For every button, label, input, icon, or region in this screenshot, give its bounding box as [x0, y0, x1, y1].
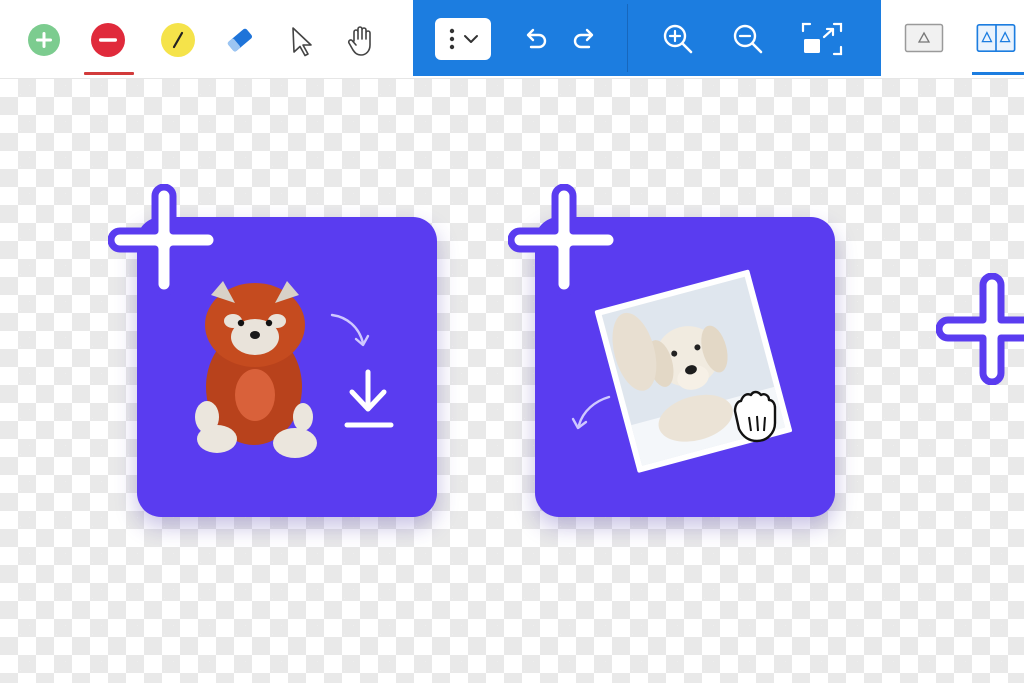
kebab-menu-icon — [449, 28, 455, 50]
zoom-in-icon — [663, 24, 693, 54]
redo-button[interactable] — [563, 18, 607, 60]
undo-icon — [526, 28, 547, 49]
remove-tool-button[interactable] — [88, 20, 128, 60]
zoom-in-button[interactable] — [656, 18, 700, 60]
plus-circle-icon — [28, 24, 60, 56]
chevron-down-icon — [464, 35, 478, 43]
band-divider — [627, 4, 628, 72]
download-icon — [344, 369, 394, 428]
fit-to-screen-icon — [801, 22, 843, 56]
single-view-icon — [904, 23, 944, 53]
split-view-icon — [976, 24, 1016, 52]
zoom-out-button[interactable] — [726, 18, 770, 60]
brush-tool-button[interactable] — [158, 20, 198, 60]
pencil-icon — [161, 23, 195, 57]
undo-button[interactable] — [513, 18, 557, 60]
fit-to-screen-button[interactable] — [800, 18, 844, 60]
editor-toolbar — [0, 0, 1024, 79]
active-view-indicator — [972, 72, 1024, 75]
add-tool-button[interactable] — [24, 20, 64, 60]
grab-hand-icon — [733, 390, 777, 443]
hand-icon — [347, 26, 371, 56]
add-image-plus-icon[interactable] — [936, 273, 1024, 385]
single-view-button[interactable] — [904, 22, 944, 54]
pointer-tool-button[interactable] — [282, 20, 322, 60]
cursor-arrow-icon — [292, 27, 312, 57]
curved-arrow-icon — [330, 313, 365, 345]
pan-tool-button[interactable] — [342, 20, 382, 60]
eraser-tool-button[interactable] — [220, 20, 260, 60]
add-image-plus-icon[interactable] — [108, 184, 220, 296]
active-tool-indicator — [84, 72, 134, 75]
redo-icon — [573, 28, 594, 49]
split-view-button[interactable] — [976, 22, 1016, 54]
curved-arrow-icon — [577, 395, 611, 427]
minus-circle-icon — [91, 23, 125, 57]
eraser-icon — [227, 28, 253, 52]
add-image-plus-icon[interactable] — [508, 184, 620, 296]
select-menu-button[interactable] — [435, 18, 491, 60]
zoom-out-icon — [733, 24, 763, 54]
